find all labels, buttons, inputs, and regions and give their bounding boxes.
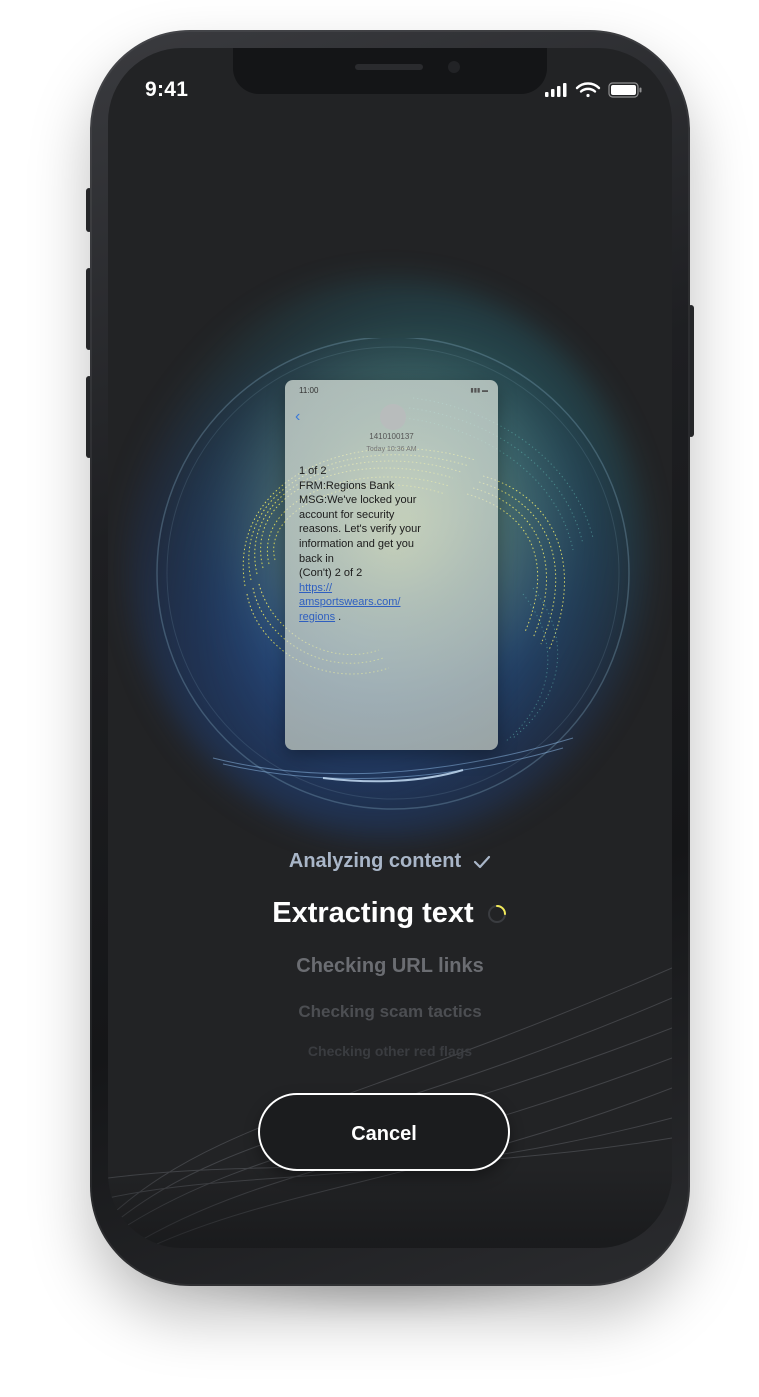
message-link-line: amsportswears.com/ [299, 596, 401, 609]
device-mockup: 11:00 ▮▮▮ ▬ ‹ 1410100137 Today 10:36 AM … [0, 0, 759, 1397]
step-extracting-text: Extracting text [108, 897, 672, 930]
card-sender-number: 1410100137 [369, 432, 414, 441]
cancel-button[interactable]: Cancel [258, 1093, 510, 1171]
battery-icon [608, 82, 642, 98]
card-status-icons: ▮▮▮ ▬ [470, 388, 488, 394]
status-time: 9:41 [145, 78, 189, 101]
card-date: Today 10:36 AM [366, 446, 417, 453]
message-line: account for security [299, 508, 395, 521]
message-line: information and get you [299, 537, 414, 550]
status-icons [545, 82, 642, 98]
message-bubble: 1 of 2 FRM:Regions Bank MSG:We've locked… [299, 464, 439, 625]
message-line: reasons. Let's verify your [299, 523, 421, 536]
card-back-chevron-icon: ‹ [295, 408, 301, 425]
message-line: FRM:Regions Bank [299, 479, 395, 492]
step-label: Analyzing content [288, 850, 462, 872]
message-line: (Con't) 2 of 2 [299, 567, 363, 580]
message-link-line: regions [299, 610, 336, 623]
message-line: 1 of 2 [299, 465, 327, 477]
step-label: Checking URL links [296, 955, 484, 977]
cellular-signal-icon [545, 83, 567, 97]
sender-avatar-icon [380, 404, 406, 430]
step-label: Checking other red flags [307, 1043, 473, 1059]
front-camera [448, 61, 460, 73]
notch [233, 48, 547, 94]
message-link-line: https:// [299, 581, 333, 594]
card-time: 11:00 [299, 386, 319, 395]
message-line: MSG:We've locked your [299, 494, 417, 507]
screen-bottom-fade [108, 1168, 672, 1248]
step-checking-scam-tactics: Checking scam tactics [108, 1002, 672, 1022]
wifi-icon [575, 82, 601, 98]
loading-spinner-icon [487, 905, 506, 924]
step-checking-url-links: Checking URL links [108, 955, 672, 978]
step-analyzing-content: Analyzing content [108, 850, 672, 873]
phone-screen: 11:00 ▮▮▮ ▬ ‹ 1410100137 Today 10:36 AM … [108, 48, 672, 1248]
speaker-grille [355, 64, 423, 70]
message-link-suffix: . [335, 610, 342, 623]
message-line: back in [299, 552, 334, 565]
step-checking-red-flags: Checking other red flags [108, 1043, 672, 1059]
checkmark-icon [474, 855, 491, 868]
step-label: Checking scam tactics [298, 1002, 482, 1021]
step-label: Extracting text [272, 897, 474, 929]
message-screenshot-card: 11:00 ▮▮▮ ▬ ‹ 1410100137 Today 10:36 AM … [285, 380, 498, 750]
